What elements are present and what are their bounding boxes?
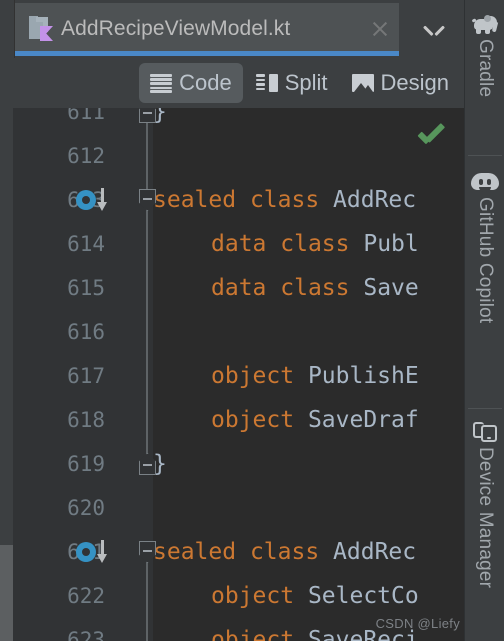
code-token: class: [280, 231, 364, 257]
code-line-text[interactable]: sealed class AddRec: [153, 530, 416, 574]
tool-button-gradle-label: Gradle: [475, 39, 496, 98]
code-line[interactable]: 620: [0, 486, 464, 530]
tool-button-device-manager-label: Device Manager: [475, 447, 496, 589]
ide-window: AddRecipeViewModel.kt Code Split Design: [0, 0, 504, 641]
code-line[interactable]: 618 object SaveDraf: [0, 398, 464, 442]
line-number: 622: [67, 584, 105, 608]
line-number: 620: [67, 496, 105, 520]
inspection-ok-check-icon[interactable]: [416, 123, 446, 148]
code-lines-icon: [150, 74, 173, 93]
code-line[interactable]: 614 data class Publ: [0, 222, 464, 266]
editor-tab-bar: AddRecipeViewModel.kt: [0, 0, 464, 58]
strip-divider: [468, 155, 502, 156]
code-line[interactable]: 623 object SaveReci: [0, 618, 464, 641]
tool-button-device-manager[interactable]: Device Manager: [465, 420, 504, 588]
tab-code-label: Code: [179, 70, 232, 95]
code-token: AddRec: [333, 539, 417, 565]
tool-button-github-copilot[interactable]: GitHub Copilot: [465, 170, 504, 323]
code-line[interactable]: 622 object SelectCo: [0, 574, 464, 618]
line-number: 619: [67, 452, 105, 476]
code-token: data: [211, 275, 281, 301]
editor-tab-addrecipeviewmodel[interactable]: AddRecipeViewModel.kt: [15, 3, 399, 55]
code-token: class: [249, 187, 334, 213]
close-icon[interactable]: [369, 18, 391, 40]
tab-split-label: Split: [284, 70, 328, 95]
tab-design-label: Design: [380, 70, 449, 95]
code-fold-end-icon[interactable]: [139, 453, 156, 475]
line-number: 618: [67, 408, 105, 432]
code-line[interactable]: 619}: [0, 442, 464, 486]
code-token: object: [211, 407, 308, 433]
device-manager-icon: [473, 420, 497, 442]
code-token: object: [211, 363, 308, 389]
kotlin-file-icon: [29, 16, 53, 42]
tab-list-dropdown-button[interactable]: [404, 3, 464, 55]
copilot-icon: [471, 170, 499, 192]
code-line-text[interactable]: object SaveDraf: [211, 398, 419, 442]
code-token: Publ: [363, 231, 419, 257]
code-token: PublishE: [307, 363, 419, 389]
code-editor[interactable]: 611} 612 613sealed class AddRec 614 data cla…: [0, 108, 464, 641]
code-line[interactable]: 617 object PublishE: [0, 354, 464, 398]
code-token: SaveDraf: [307, 407, 419, 433]
code-token: data: [211, 231, 281, 257]
tab-split[interactable]: Split: [245, 63, 339, 103]
code-line-text[interactable]: sealed class AddRec: [153, 178, 416, 222]
object-declaration-marker-icon[interactable]: [76, 187, 120, 213]
split-view-icon: [255, 74, 278, 92]
code-line-text[interactable]: object PublishE: [211, 354, 419, 398]
code-fold-expanded-icon[interactable]: [139, 541, 156, 563]
code-token: object: [211, 627, 308, 641]
code-fold-end-icon[interactable]: [139, 108, 156, 123]
code-line[interactable]: 616: [0, 310, 464, 354]
tab-filename-label: AddRecipeViewModel.kt: [61, 17, 291, 40]
code-fold-expanded-icon[interactable]: [139, 189, 156, 211]
code-line[interactable]: 615 data class Save: [0, 266, 464, 310]
tab-bar-left-stub: [0, 0, 15, 58]
line-number: 611: [67, 108, 105, 124]
code-token: sealed: [153, 187, 250, 213]
code-token: class: [249, 539, 334, 565]
right-tool-window-strip: Gradle GitHub Copilot Device Manager: [464, 0, 504, 641]
line-number: 612: [67, 144, 105, 168]
tab-code[interactable]: Code: [139, 63, 243, 103]
line-number: 623: [67, 628, 105, 641]
line-number: 617: [67, 364, 105, 388]
line-number: 615: [67, 276, 105, 300]
code-line[interactable]: 611}: [0, 108, 464, 134]
tool-button-gradle[interactable]: Gradle: [465, 14, 504, 97]
object-declaration-marker-icon[interactable]: [76, 539, 120, 565]
tool-button-github-copilot-label: GitHub Copilot: [475, 197, 496, 324]
line-number: 616: [67, 320, 105, 344]
code-token: class: [280, 275, 364, 301]
code-line-text[interactable]: object SelectCo: [211, 574, 419, 618]
code-line-text[interactable]: data class Save: [211, 266, 419, 310]
code-token: Save: [363, 275, 419, 301]
code-line[interactable]: 612: [0, 134, 464, 178]
strip-divider: [468, 408, 502, 409]
code-token: AddRec: [333, 187, 417, 213]
design-image-icon: [351, 74, 374, 92]
tab-design[interactable]: Design: [341, 63, 460, 103]
code-token: object: [211, 583, 308, 609]
editor-mode-toolbar: Code Split Design: [0, 58, 464, 108]
gradle-elephant-icon: [471, 14, 499, 34]
code-line-text[interactable]: data class Publ: [211, 222, 419, 266]
line-number: 614: [67, 232, 105, 256]
code-line[interactable]: 621sealed class AddRec: [0, 530, 464, 574]
code-line[interactable]: 613sealed class AddRec: [0, 178, 464, 222]
chevron-down-icon: [425, 24, 443, 34]
code-token: SelectCo: [307, 583, 419, 609]
code-token: SaveReci: [307, 627, 419, 641]
active-tab-underline: [15, 51, 399, 56]
code-token: sealed: [153, 539, 250, 565]
code-line-text[interactable]: object SaveReci: [211, 618, 419, 641]
